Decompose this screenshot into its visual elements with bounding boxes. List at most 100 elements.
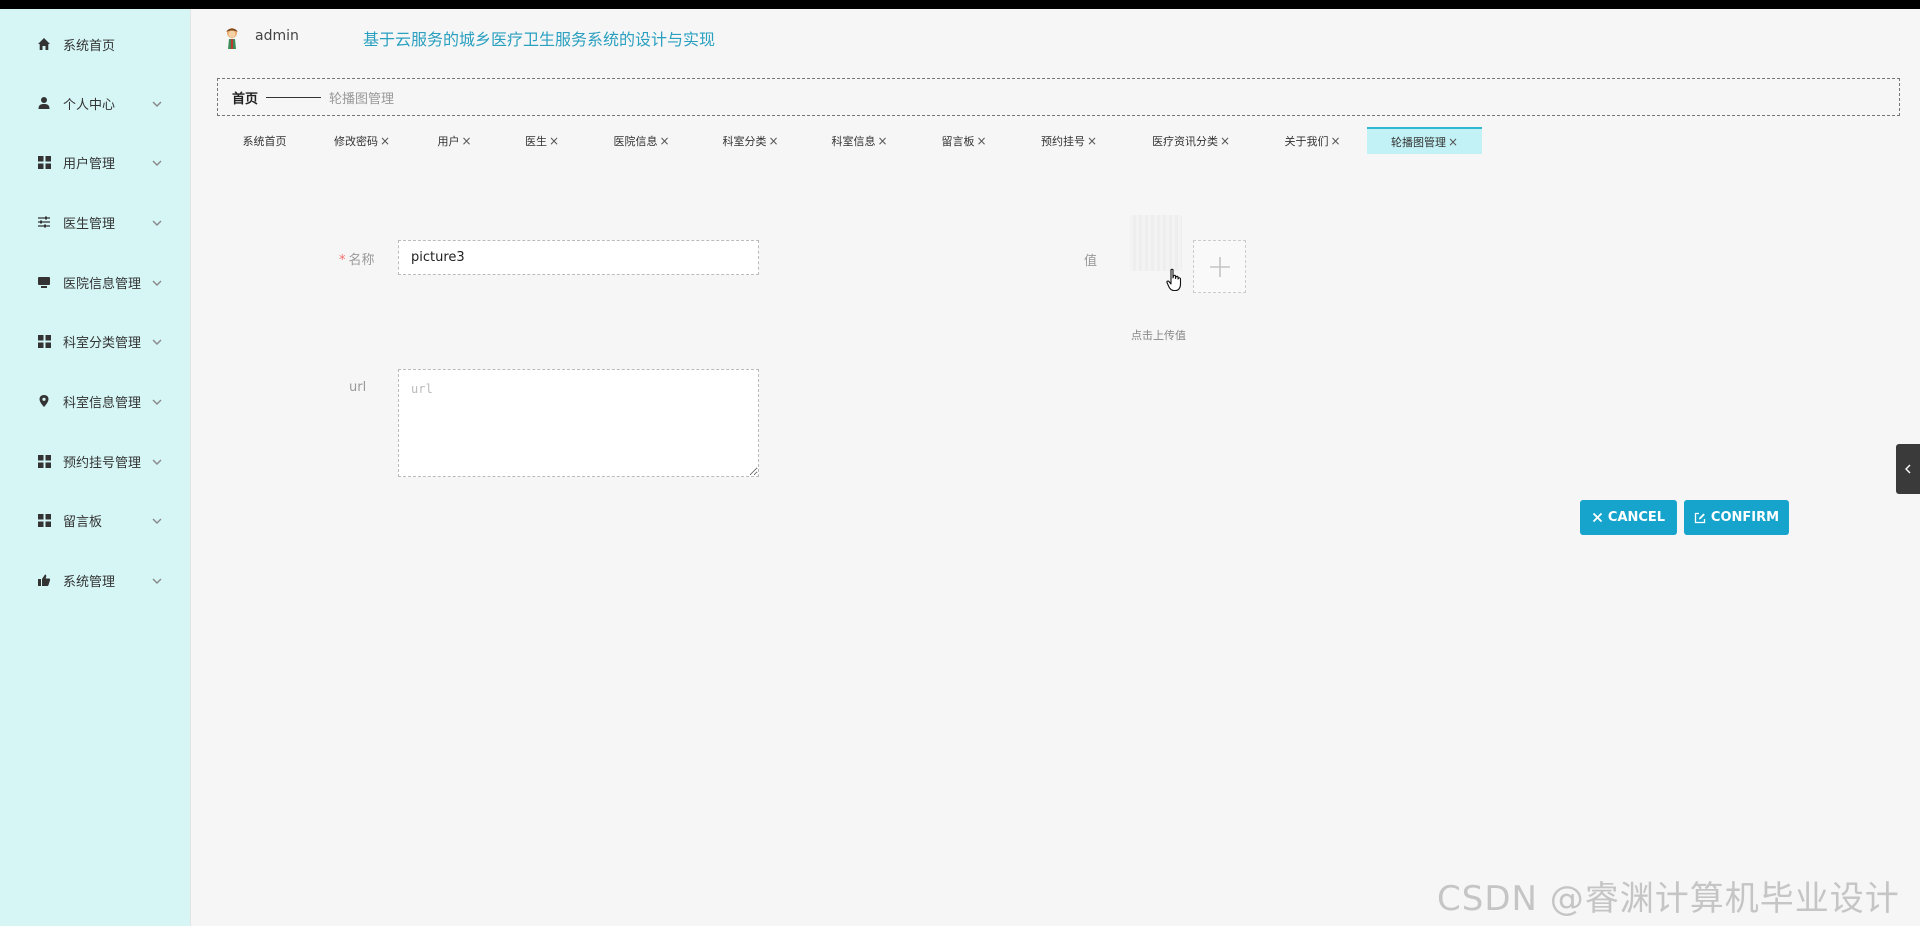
chevron-down-icon — [150, 155, 164, 169]
tab-department-info[interactable]: 科室信息 × — [805, 127, 914, 154]
tab-users[interactable]: 用户 × — [412, 127, 497, 154]
tab-change-password[interactable]: 修改密码 × — [312, 127, 412, 154]
name-input[interactable] — [398, 240, 759, 275]
sidebar-item-user-management[interactable]: 用户管理 — [0, 142, 190, 182]
chevron-down-icon — [150, 275, 164, 289]
close-icon[interactable]: × — [877, 134, 887, 148]
username[interactable]: admin — [255, 28, 299, 44]
tab-appointments[interactable]: 预约挂号 × — [1014, 127, 1124, 154]
tab-carousel-management[interactable]: 轮播图管理 × — [1367, 127, 1482, 154]
avatar[interactable] — [221, 26, 243, 50]
sidebar-item-label: 留言板 — [63, 514, 103, 530]
location-pin-icon — [37, 394, 51, 408]
url-label: url — [349, 380, 367, 395]
cancel-button[interactable]: CANCEL — [1580, 500, 1677, 535]
close-icon[interactable]: × — [1448, 135, 1458, 149]
sidebar-item-label: 用户管理 — [63, 156, 116, 172]
chevron-down-icon — [150, 334, 164, 348]
window-top-bar — [0, 0, 1920, 9]
tab-label: 关于我们 — [1284, 134, 1329, 148]
sidebar-item-personal-center[interactable]: 个人中心 — [0, 83, 190, 123]
thumbs-up-icon — [37, 573, 51, 587]
grid-icon — [37, 334, 51, 348]
image-upload-button[interactable] — [1193, 240, 1246, 293]
sidebar-item-label: 系统首页 — [63, 38, 116, 54]
edit-icon — [1694, 512, 1706, 523]
sidebar-item-department-category-management[interactable]: 科室分类管理 — [0, 321, 190, 361]
tab-label: 预约挂号 — [1040, 134, 1085, 148]
uploaded-image-thumbnail[interactable] — [1130, 215, 1182, 271]
sidebar-item-label: 医生管理 — [63, 216, 116, 232]
chevron-down-icon — [150, 96, 164, 110]
sliders-icon — [37, 215, 51, 229]
tab-label: 轮播图管理 — [1390, 135, 1446, 149]
tab-label: 科室信息 — [831, 134, 876, 148]
name-label-text: 名称 — [348, 253, 375, 268]
tab-label: 医生 — [524, 134, 547, 148]
tab-bar: 系统首页 修改密码 × 用户 × 医生 × 医院信息 × 科室分类 × 科室信息 × 留言板… — [217, 127, 1482, 154]
tab-label: 修改密码 — [333, 134, 378, 148]
close-icon[interactable]: × — [659, 134, 669, 148]
watermark: CSDN @睿渊计算机毕业设计 — [1437, 879, 1900, 919]
confirm-button[interactable]: CONFIRM — [1684, 500, 1789, 535]
tab-department-category[interactable]: 科室分类 × — [696, 127, 805, 154]
tab-medical-news-category[interactable]: 医疗资讯分类 × — [1124, 127, 1258, 154]
chevron-down-icon — [150, 215, 164, 229]
chevron-down-icon — [150, 513, 164, 527]
tab-label: 医院信息 — [613, 134, 658, 148]
sidebar-item-label: 预约挂号管理 — [63, 455, 142, 471]
app-title: 基于云服务的城乡医疗卫生服务系统的设计与实现 — [363, 30, 716, 49]
chevron-down-icon — [150, 394, 164, 408]
value-label: 值 — [1084, 254, 1098, 269]
user-icon — [37, 96, 51, 110]
monitor-icon — [37, 275, 51, 289]
sidebar-item-label: 系统管理 — [63, 574, 116, 590]
tab-label: 科室分类 — [722, 134, 767, 148]
tab-system-home[interactable]: 系统首页 — [217, 127, 312, 154]
tab-label: 留言板 — [941, 134, 975, 148]
url-textarea[interactable] — [398, 369, 759, 477]
close-icon[interactable]: × — [1087, 134, 1097, 148]
panel-toggle-button[interactable] — [1896, 444, 1920, 494]
breadcrumb-home[interactable]: 首页 — [232, 88, 258, 107]
close-icon[interactable]: × — [549, 134, 559, 148]
close-icon[interactable]: × — [976, 134, 986, 148]
sidebar-item-appointment-management[interactable]: 预约挂号管理 — [0, 441, 190, 481]
tab-about-us[interactable]: 关于我们 × — [1258, 127, 1367, 154]
close-icon[interactable]: × — [768, 134, 778, 148]
tab-label: 系统首页 — [242, 134, 287, 148]
sidebar-item-system-management[interactable]: 系统管理 — [0, 560, 190, 600]
plus-icon — [1209, 256, 1230, 277]
hand-cursor-icon — [1166, 268, 1184, 292]
sidebar-item-label: 科室信息管理 — [63, 395, 142, 411]
close-icon[interactable]: × — [1330, 134, 1340, 148]
chevron-down-icon — [150, 454, 164, 468]
grid-icon — [37, 513, 51, 527]
confirm-label: CONFIRM — [1710, 510, 1780, 525]
close-icon[interactable]: × — [1220, 134, 1230, 148]
close-icon[interactable]: × — [461, 134, 471, 148]
breadcrumb-current: 轮播图管理 — [329, 91, 395, 107]
breadcrumb: 首页 轮播图管理 — [217, 78, 1900, 116]
sidebar-item-hospital-info-management[interactable]: 医院信息管理 — [0, 262, 190, 302]
upload-hint: 点击上传值 — [1131, 329, 1186, 342]
sidebar: 系统首页 个人中心 用户管理 医生管理 医院信息管理 科室分类管理 科室信息管理… — [0, 9, 191, 926]
tab-label: 用户 — [437, 134, 460, 148]
tab-message-board[interactable]: 留言板 × — [914, 127, 1014, 154]
sidebar-item-label: 医院信息管理 — [63, 276, 142, 292]
grid-icon — [37, 454, 51, 468]
close-icon — [1592, 512, 1603, 523]
tab-doctors[interactable]: 医生 × — [497, 127, 587, 154]
sidebar-item-doctor-management[interactable]: 医生管理 — [0, 202, 190, 242]
home-icon — [37, 37, 51, 51]
chevron-down-icon — [150, 573, 164, 587]
sidebar-item-label: 个人中心 — [63, 97, 116, 113]
sidebar-item-message-board[interactable]: 留言板 — [0, 500, 190, 540]
sidebar-item-label: 科室分类管理 — [63, 335, 142, 351]
grid-icon — [37, 155, 51, 169]
sidebar-item-department-info-management[interactable]: 科室信息管理 — [0, 381, 190, 421]
close-icon[interactable]: × — [380, 134, 390, 148]
tab-hospital-info[interactable]: 医院信息 × — [587, 127, 696, 154]
sidebar-item-home[interactable]: 系统首页 — [0, 24, 190, 64]
name-label: * 名称 — [339, 249, 375, 268]
